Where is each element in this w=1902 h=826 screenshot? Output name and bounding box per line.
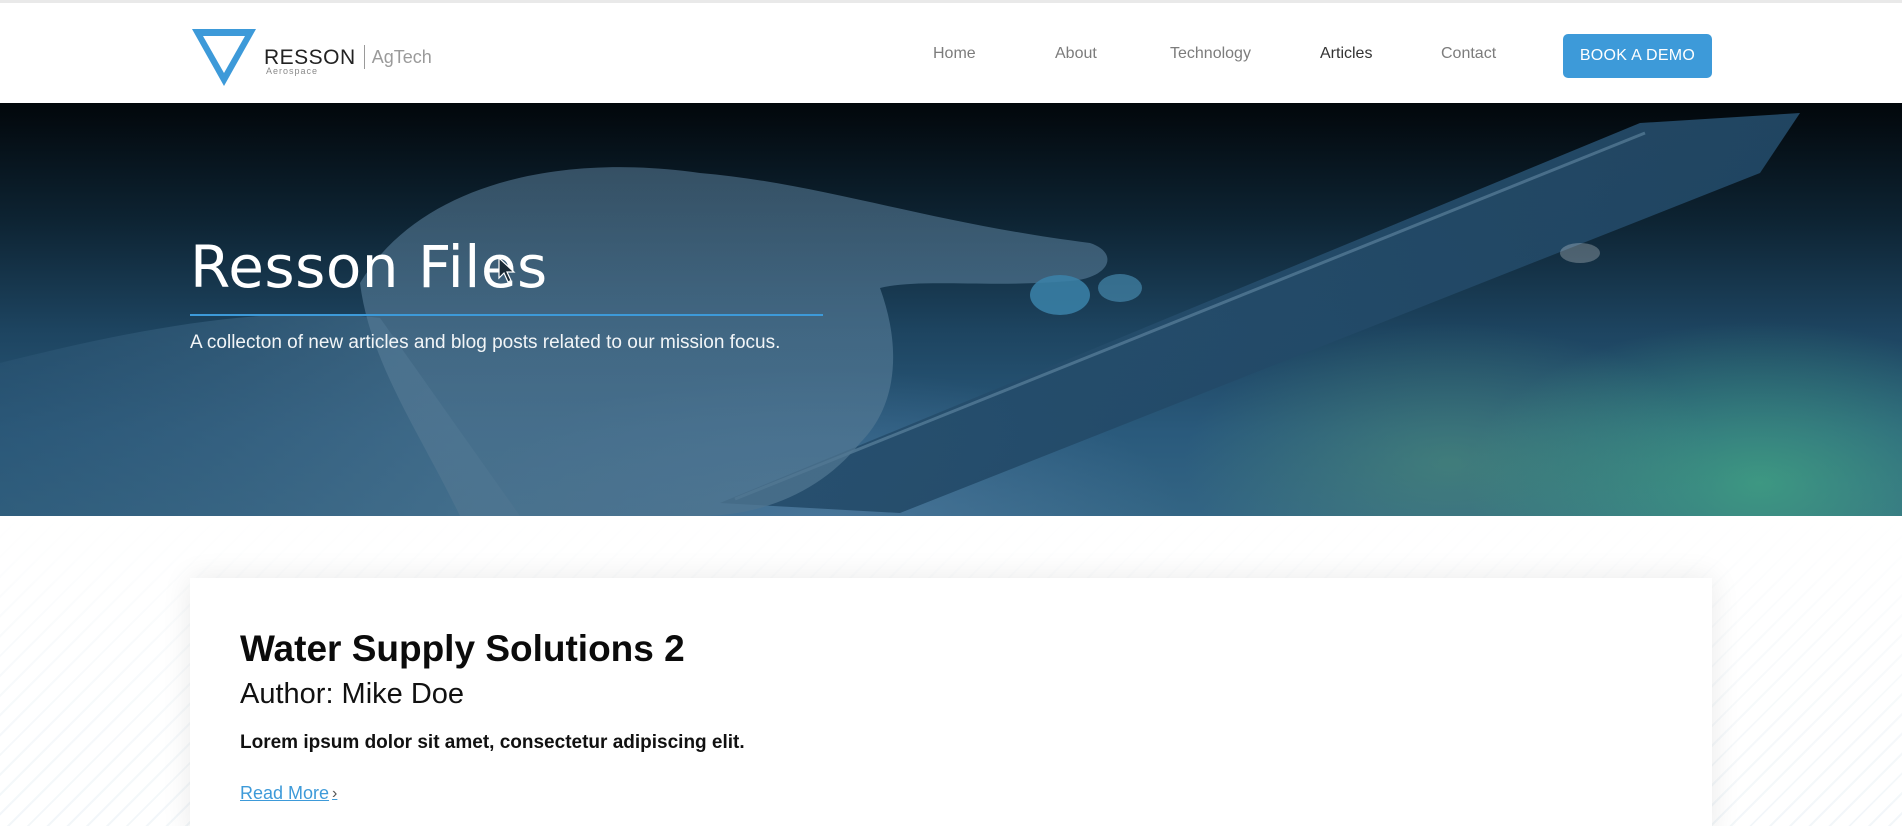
hero-background-image xyxy=(0,113,1800,516)
nav-contact[interactable]: Contact xyxy=(1441,45,1496,63)
article-excerpt: Lorem ipsum dolor sit amet, consectetur … xyxy=(240,732,745,753)
hero-banner: Resson Files A collecton of new articles… xyxy=(0,103,1902,516)
title-underline xyxy=(190,314,823,316)
mouse-cursor-icon xyxy=(498,257,516,283)
nav-home[interactable]: Home xyxy=(933,45,976,63)
book-demo-button[interactable]: BOOK A DEMO xyxy=(1563,34,1712,78)
nav-articles[interactable]: Articles xyxy=(1320,45,1372,63)
nav-about[interactable]: About xyxy=(1055,45,1097,63)
main-nav: Home About Technology Articles Contact B… xyxy=(0,3,1902,103)
page-subtitle: A collecton of new articles and blog pos… xyxy=(190,332,781,353)
page-title: Resson Files xyxy=(190,233,548,301)
article-card: Water Supply Solutions 2 Author: Mike Do… xyxy=(190,578,1712,826)
article-title[interactable]: Water Supply Solutions 2 xyxy=(240,628,685,670)
chevron-right-icon: › xyxy=(332,784,338,802)
nav-technology[interactable]: Technology xyxy=(1170,45,1251,63)
read-more-link[interactable]: Read More › xyxy=(240,783,337,804)
read-more-label: Read More xyxy=(240,783,330,803)
article-author: Author: Mike Doe xyxy=(240,678,465,710)
